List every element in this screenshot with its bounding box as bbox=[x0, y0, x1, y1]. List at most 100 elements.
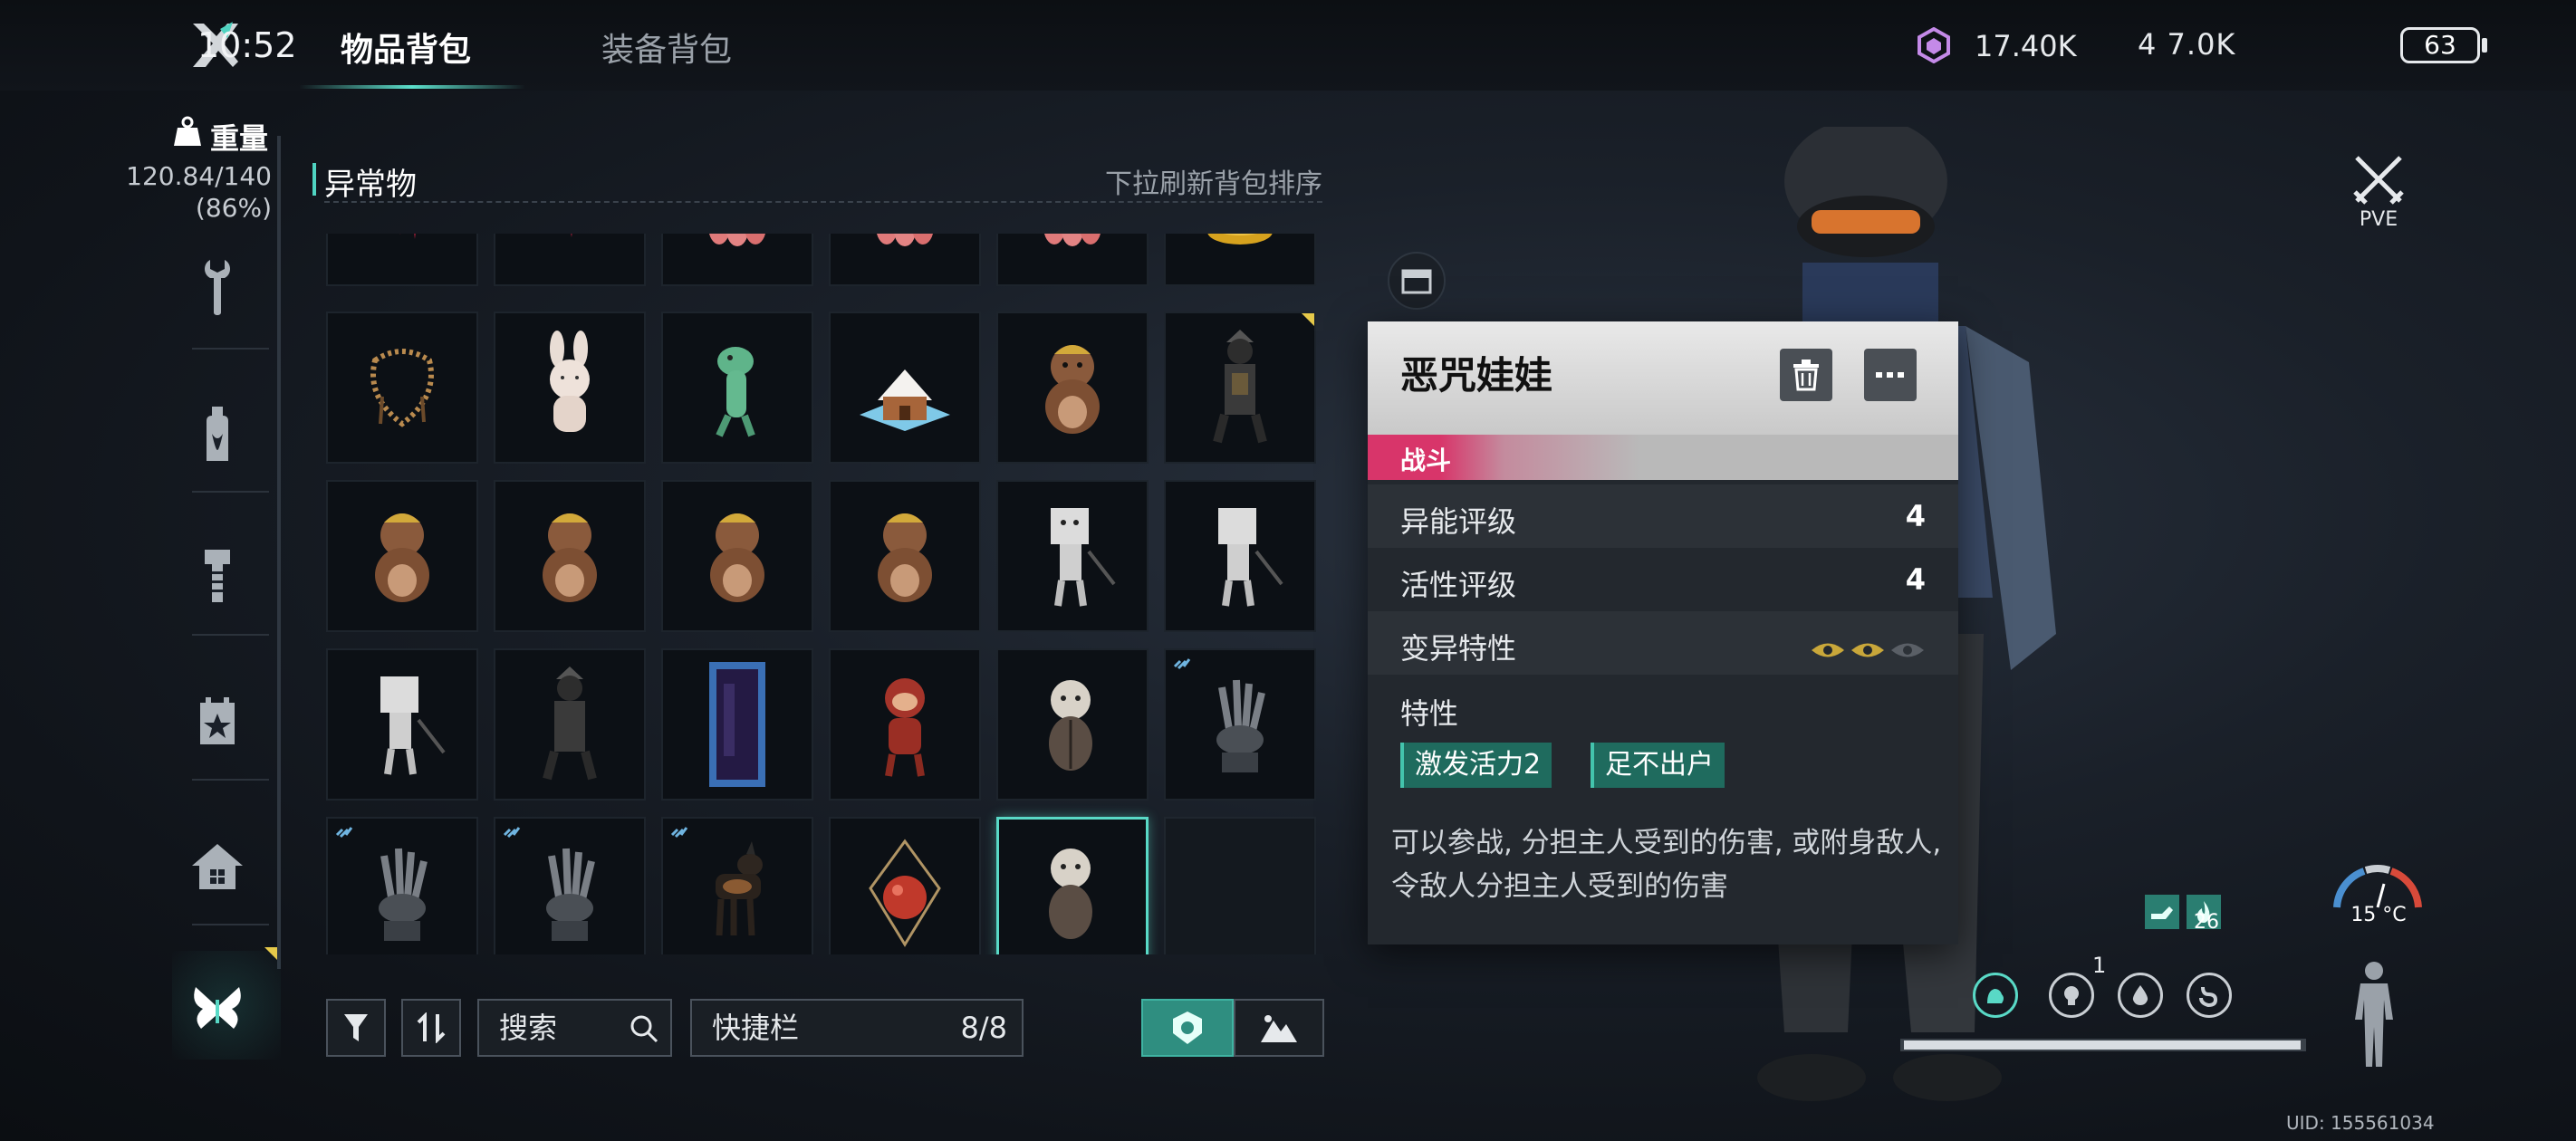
sidebar-events[interactable] bbox=[181, 685, 254, 757]
sidebar-consumables[interactable] bbox=[181, 398, 254, 471]
inventory-slot[interactable] bbox=[829, 312, 981, 464]
inventory-slot-empty[interactable] bbox=[1164, 817, 1316, 954]
inventory-slot[interactable] bbox=[494, 648, 646, 801]
inventory-slot[interactable] bbox=[326, 648, 478, 801]
hotbar-label: 快捷栏 bbox=[712, 1011, 800, 1045]
inventory-slot[interactable] bbox=[661, 817, 813, 954]
stat-row-mutation-trait: 变异特性 bbox=[1368, 611, 1958, 675]
wrench-icon bbox=[205, 260, 230, 315]
status-count: 1 bbox=[2092, 953, 2107, 978]
item-detail-popup: 恶咒娃娃 战斗 异能评级 4 活性评级 4 变异特性 特性 激发活力2 足不出户… bbox=[1368, 321, 1958, 944]
category-band bbox=[1368, 435, 1958, 480]
stat-value: 4 bbox=[1905, 499, 1926, 533]
sidebar-anomalies[interactable] bbox=[181, 971, 254, 1043]
storage-box-button[interactable] bbox=[1388, 252, 1446, 310]
stat-row-ability-rating: 异能评级 4 bbox=[1368, 484, 1958, 548]
cursed-doll-icon bbox=[1049, 680, 1092, 771]
link-icon bbox=[670, 827, 688, 839]
storage-box-icon bbox=[1401, 269, 1432, 294]
inventory-slot[interactable] bbox=[1164, 234, 1316, 286]
tab-equipment-bag[interactable]: 装备背包 bbox=[601, 24, 732, 71]
sidebar-divider bbox=[277, 136, 281, 969]
box-head-miner-icon bbox=[1218, 508, 1283, 607]
tab-item-bag[interactable]: 物品背包 bbox=[341, 24, 471, 71]
inventory-slot[interactable] bbox=[996, 234, 1149, 286]
shadow-hand-statue-icon bbox=[1216, 679, 1265, 772]
battery-tip bbox=[2482, 38, 2487, 53]
inventory-slot[interactable] bbox=[494, 234, 646, 286]
status-hydration[interactable] bbox=[2118, 973, 2163, 1018]
status-mental[interactable] bbox=[2049, 973, 2094, 1018]
section-accent bbox=[312, 163, 316, 196]
butterfly-icon bbox=[194, 987, 241, 1029]
sidebar-tools[interactable] bbox=[181, 252, 254, 324]
trait-chip[interactable]: 足不出户 bbox=[1591, 743, 1725, 788]
inventory-slot[interactable] bbox=[1164, 312, 1316, 464]
inventory-slot[interactable] bbox=[996, 648, 1149, 801]
sort-icon bbox=[417, 1012, 446, 1043]
inventory-slot[interactable] bbox=[326, 817, 478, 954]
inventory-slot[interactable] bbox=[494, 817, 646, 954]
inventory-slot[interactable] bbox=[661, 480, 813, 632]
trash-icon bbox=[1793, 360, 1819, 391]
crossed-swords-icon[interactable] bbox=[2351, 152, 2406, 206]
inventory-grid bbox=[322, 234, 1327, 954]
samurai-figure-icon bbox=[1213, 330, 1267, 444]
status-hunger[interactable] bbox=[2187, 973, 2232, 1018]
inventory-slot[interactable] bbox=[996, 480, 1149, 632]
inventory-slot[interactable] bbox=[494, 312, 646, 464]
inventory-slot[interactable] bbox=[661, 648, 813, 801]
inventory-slot[interactable] bbox=[326, 312, 478, 464]
view-toggle-anomaly[interactable] bbox=[1141, 999, 1234, 1057]
body-status-icon[interactable] bbox=[2348, 960, 2400, 1069]
stat-value: 4 bbox=[1905, 562, 1926, 597]
inventory-slot[interactable] bbox=[996, 312, 1149, 464]
new-item-marker bbox=[1302, 313, 1314, 326]
link-icon bbox=[335, 827, 353, 839]
arm-flex-icon bbox=[1987, 989, 2004, 1003]
hotbar-button[interactable]: 快捷栏 8/8 bbox=[690, 999, 1024, 1057]
sidebar-home[interactable] bbox=[181, 829, 254, 902]
hand-icon bbox=[2151, 906, 2173, 919]
inventory-slot[interactable] bbox=[829, 648, 981, 801]
sidebar-materials[interactable] bbox=[181, 540, 254, 612]
red-claw-icon bbox=[571, 234, 572, 237]
weight-value: 120.84/140 bbox=[126, 161, 272, 191]
beaver-plush-icon bbox=[878, 513, 932, 602]
shadow-hand-statue-icon bbox=[546, 848, 595, 941]
box-head-miner-icon bbox=[1051, 508, 1116, 607]
inventory-slot[interactable] bbox=[326, 234, 478, 286]
inventory-slot[interactable] bbox=[326, 480, 478, 632]
stat-label: 活性评级 bbox=[1400, 568, 1517, 602]
inventory-slot-selected[interactable] bbox=[996, 817, 1149, 954]
inventory-slot[interactable] bbox=[829, 817, 981, 954]
more-options-button[interactable] bbox=[1864, 349, 1917, 401]
buff-badge[interactable] bbox=[2145, 895, 2179, 929]
status-stamina[interactable] bbox=[1973, 973, 2018, 1018]
sidebar-separator bbox=[192, 924, 269, 925]
sort-button[interactable] bbox=[401, 999, 461, 1057]
inventory-slot[interactable] bbox=[1164, 648, 1316, 801]
search-placeholder: 搜索 bbox=[499, 1011, 558, 1045]
eye-icon-inactive bbox=[1891, 643, 1924, 657]
pve-label: PVE bbox=[2359, 208, 2398, 231]
inventory-slot[interactable] bbox=[829, 234, 981, 286]
search-input[interactable]: 搜索 bbox=[477, 999, 672, 1057]
buff-count: 26 bbox=[2194, 911, 2219, 934]
inventory-slot[interactable] bbox=[829, 480, 981, 632]
discard-button[interactable] bbox=[1780, 349, 1832, 401]
inventory-slot[interactable] bbox=[1164, 480, 1316, 632]
inventory-slot[interactable] bbox=[494, 480, 646, 632]
view-toggle-terrain[interactable] bbox=[1234, 999, 1324, 1057]
new-item-marker bbox=[264, 947, 277, 960]
item-description: 可以参战, 分担主人受到的伤害, 或附身敌人, 令敌人分担主人受到的伤害 bbox=[1391, 827, 1942, 903]
filter-button[interactable] bbox=[326, 999, 386, 1057]
bead-necklace-icon bbox=[370, 349, 434, 427]
weight-icon bbox=[174, 116, 201, 146]
inventory-slot[interactable] bbox=[661, 234, 813, 286]
stat-row-activity-rating: 活性评级 4 bbox=[1368, 548, 1958, 611]
head-icon bbox=[2064, 986, 2079, 1005]
inventory-slot[interactable] bbox=[661, 312, 813, 464]
weight-percent: (86%) bbox=[195, 193, 272, 223]
trait-chip[interactable]: 激发活力2 bbox=[1400, 743, 1552, 788]
